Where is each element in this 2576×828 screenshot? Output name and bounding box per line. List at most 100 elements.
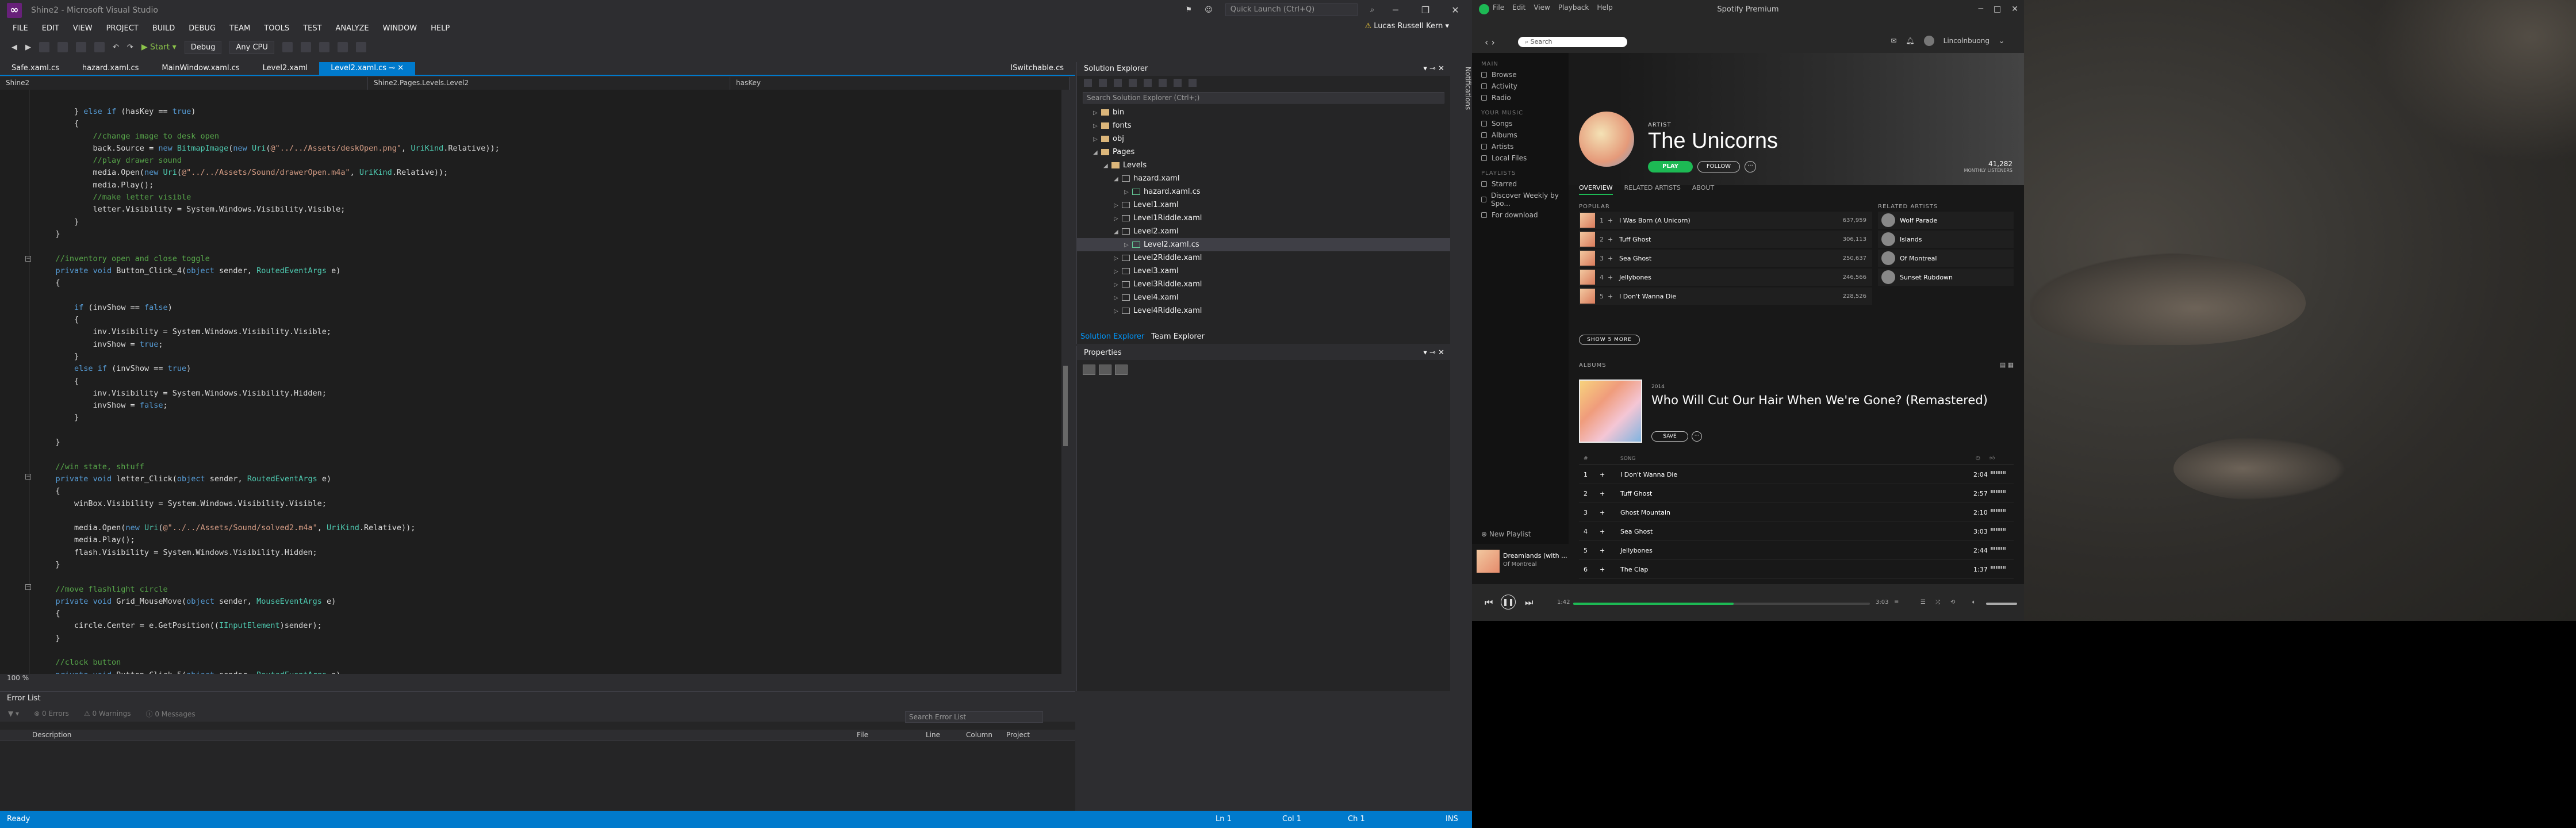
sidebar-item-artists[interactable]: Artists [1481, 143, 1569, 151]
code-text[interactable]: } else if (hasKey == true) { //change im… [37, 106, 500, 674]
col-description[interactable]: Description [32, 731, 71, 739]
expand-arrow-icon[interactable]: ◢ [1093, 146, 1101, 159]
pause-button[interactable]: ❚❚ [1501, 595, 1516, 610]
album-track-row[interactable]: 6 + The Clap 1:37 [1579, 561, 2014, 579]
shuffle-icon[interactable]: ⤮ [1935, 599, 1940, 605]
expand-arrow-icon[interactable]: ◢ [1103, 159, 1111, 172]
editor-scrollbar[interactable] [1061, 90, 1070, 674]
sidebar-item-albums[interactable]: Albums [1481, 131, 1569, 139]
tree-item[interactable]: ▷ Level2Riddle.xaml [1077, 251, 1450, 264]
add-track-icon[interactable]: + [1608, 274, 1619, 281]
code-line[interactable]: //change image to desk open [37, 131, 500, 143]
expand-arrow-icon[interactable]: ◢ [1114, 225, 1122, 239]
sidebar-item-songs[interactable]: Songs [1481, 120, 1569, 128]
code-line[interactable]: //play drawer sound [37, 155, 500, 167]
platform-select[interactable]: Any CPU [229, 40, 274, 54]
queue-icon[interactable]: ☰ [1920, 599, 1926, 605]
menu-debug[interactable]: DEBUG [182, 24, 223, 33]
inbox-icon[interactable]: ✉ [1891, 37, 1896, 45]
artist-follow-button[interactable]: FOLLOW [1697, 161, 1740, 172]
now-playing-title[interactable]: Dreamlands (with ... [1503, 552, 1567, 559]
code-line[interactable]: media.Open(new Uri(@"../../Assets/Sound/… [37, 522, 500, 534]
vs-filter-icon[interactable]: ⚑ [1186, 6, 1193, 14]
code-line[interactable]: //move flashlight circle [37, 584, 500, 596]
tree-item[interactable]: ▷ Level4Riddle.xaml [1077, 304, 1450, 317]
pin-icon[interactable]: ⊸ [389, 64, 395, 72]
se-properties-icon[interactable] [1189, 79, 1197, 87]
related-artist-row[interactable]: Of Montreal [1878, 250, 2014, 267]
related-artist-row[interactable]: Islands [1878, 231, 2014, 248]
progress-bar[interactable] [1573, 603, 1870, 605]
code-line[interactable]: winBox.Visibility = System.Windows.Visib… [37, 498, 500, 510]
expand-arrow-icon[interactable]: ▷ [1124, 239, 1132, 252]
user-avatar[interactable] [1923, 36, 1934, 46]
quick-launch-search-icon[interactable]: ⌕ [1370, 6, 1374, 14]
new-playlist-button[interactable]: ⊕ New Playlist [1481, 530, 1531, 538]
code-line[interactable]: //inventory open and close toggle [37, 253, 500, 265]
menu-test[interactable]: TEST [296, 24, 328, 33]
album-track-row[interactable]: 4 + Sea Ghost 3:03 [1579, 523, 2014, 541]
menu-file[interactable]: FILE [6, 24, 35, 33]
code-line[interactable]: invShow = true; [37, 339, 500, 351]
code-line[interactable]: flash.Visibility = System.Windows.Visibi… [37, 547, 500, 559]
code-line[interactable] [37, 424, 500, 436]
toolbar-tool-icon[interactable] [355, 42, 366, 52]
code-line[interactable]: { [37, 314, 500, 326]
menu-tools[interactable]: TOOLS [257, 24, 296, 33]
popular-track-row[interactable]: 4 + Jellybones 246,566 [1579, 269, 1872, 286]
fold-toggle-icon[interactable]: − [25, 256, 31, 262]
code-line[interactable] [37, 645, 500, 657]
album-track-row[interactable]: 1 + I Don't Wanna Die 2:04 [1579, 466, 2014, 484]
tab-solution-explorer[interactable]: Solution Explorer [1080, 332, 1144, 344]
expand-arrow-icon[interactable]: ▷ [1114, 305, 1122, 318]
now-playing-cover[interactable] [1477, 550, 1500, 573]
new-project-icon[interactable] [39, 42, 49, 52]
now-playing-artist[interactable]: Of Montreal [1503, 561, 1537, 568]
nav-project-select[interactable]: Shine2 [0, 77, 368, 90]
tree-item[interactable]: ▷ Level4.xaml [1077, 291, 1450, 304]
sp-close-button[interactable]: ✕ [2011, 5, 2018, 14]
close-button[interactable]: ✕ [1447, 5, 1464, 16]
filter-icon[interactable]: ▼ ▾ [8, 710, 19, 718]
col-project[interactable]: Project [1006, 731, 1030, 739]
code-line[interactable]: } [37, 216, 500, 228]
code-line[interactable]: else if (invShow == true) [37, 363, 500, 375]
sp-user-name[interactable]: Lincolnbuong [1943, 37, 1989, 45]
popular-track-row[interactable]: 5 + I Don't Wanna Die 228,526 [1579, 288, 1872, 305]
se-sync-icon[interactable] [1129, 79, 1137, 87]
zoom-level[interactable]: 100 % [0, 674, 1070, 683]
save-icon[interactable] [76, 42, 86, 52]
col-line[interactable]: Line [926, 731, 940, 739]
code-line[interactable]: private void Button_Click_4(object sende… [37, 265, 500, 277]
panel-controls-icon[interactable]: ▾ ⊸ ✕ [1423, 346, 1444, 360]
code-line[interactable]: { [37, 375, 500, 388]
track-col-song[interactable]: SONG [1620, 456, 1636, 462]
sp-maximize-button[interactable]: □ [1994, 5, 2001, 14]
code-line[interactable]: } [37, 436, 500, 448]
tab-team-explorer[interactable]: Team Explorer [1151, 332, 1205, 344]
code-line[interactable]: { [37, 485, 500, 497]
tree-item[interactable]: ▷ bin [1077, 106, 1450, 119]
add-track-icon[interactable]: + [1608, 217, 1619, 224]
previous-icon[interactable]: ⏮︎ [1485, 597, 1493, 608]
album-cover[interactable] [1579, 379, 1642, 443]
code-line[interactable] [37, 510, 500, 522]
code-line[interactable]: } [37, 351, 500, 363]
code-line[interactable]: } [37, 228, 500, 240]
fold-toggle-icon[interactable]: − [25, 474, 31, 480]
toolbar-tool-icon[interactable] [282, 42, 293, 52]
undo-icon[interactable]: ↶ [113, 43, 119, 52]
add-track-icon[interactable]: + [1600, 547, 1605, 554]
alphabetical-icon[interactable] [1099, 365, 1111, 375]
add-track-icon[interactable]: + [1600, 471, 1605, 478]
tab-mainwindow-xaml-cs[interactable]: MainWindow.xaml.cs [150, 62, 251, 75]
repeat-icon[interactable]: ⟲ [1950, 599, 1955, 605]
expand-arrow-icon[interactable]: ▷ [1114, 199, 1122, 212]
expand-arrow-icon[interactable]: ▷ [1093, 106, 1101, 120]
add-track-icon[interactable]: + [1608, 236, 1619, 243]
spotify-search-input[interactable]: ⌕ Search [1518, 37, 1627, 47]
forward-icon[interactable]: ▶ [25, 43, 31, 52]
code-line[interactable]: { [37, 277, 500, 289]
code-line[interactable]: private void Grid_MouseMove(object sende… [37, 596, 500, 608]
tab-about[interactable]: ABOUT [1692, 184, 1714, 195]
